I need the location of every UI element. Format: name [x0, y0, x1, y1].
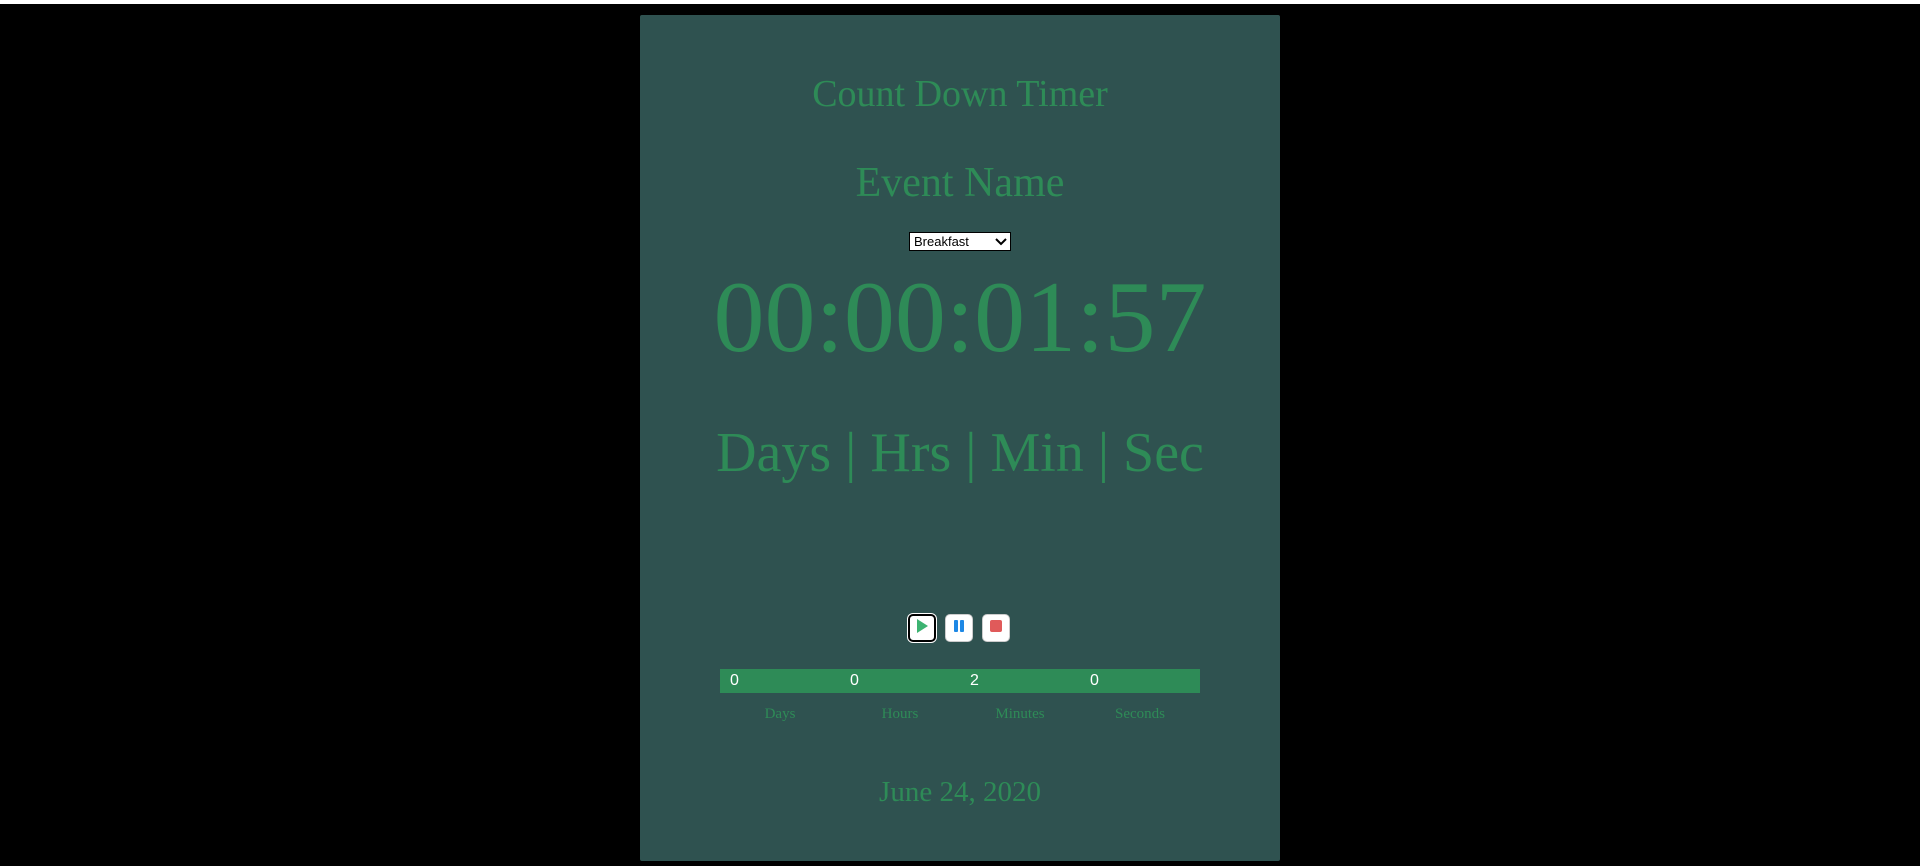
event-name-heading: Event Name — [855, 160, 1065, 206]
units-legend: Days | Hrs | Min | Sec — [716, 422, 1204, 484]
play-icon — [915, 618, 929, 639]
page-title: Count Down Timer — [812, 73, 1108, 115]
pause-icon — [953, 619, 965, 637]
hours-label: Hours — [881, 706, 919, 722]
breakdown-bar: 0 0 2 0 — [720, 669, 1200, 693]
pause-button[interactable] — [945, 614, 973, 642]
hours-value: 0 — [850, 672, 859, 689]
seconds-label: Seconds — [1115, 706, 1165, 722]
stop-icon — [990, 619, 1002, 637]
countdown-card: Count Down Timer Event Name Breakfast 00… — [640, 15, 1280, 861]
timer-controls — [908, 614, 1010, 644]
event-date: June 24, 2020 — [879, 776, 1041, 808]
event-select-value: Breakfast — [914, 234, 969, 249]
minutes-label: Minutes — [995, 706, 1045, 722]
play-button[interactable] — [908, 614, 936, 642]
breakdown-labels: Days Hours Minutes Seconds — [720, 705, 1200, 723]
days-label: Days — [764, 706, 796, 722]
stop-button[interactable] — [982, 614, 1010, 642]
minutes-value: 2 — [970, 672, 979, 689]
countdown-display: 00:00:01:57 — [713, 261, 1207, 374]
browser-top-strip — [0, 0, 1920, 4]
chevron-down-icon — [992, 233, 1010, 250]
days-value: 0 — [730, 672, 739, 689]
event-select[interactable]: Breakfast — [909, 232, 1011, 251]
seconds-value: 0 — [1090, 672, 1099, 689]
